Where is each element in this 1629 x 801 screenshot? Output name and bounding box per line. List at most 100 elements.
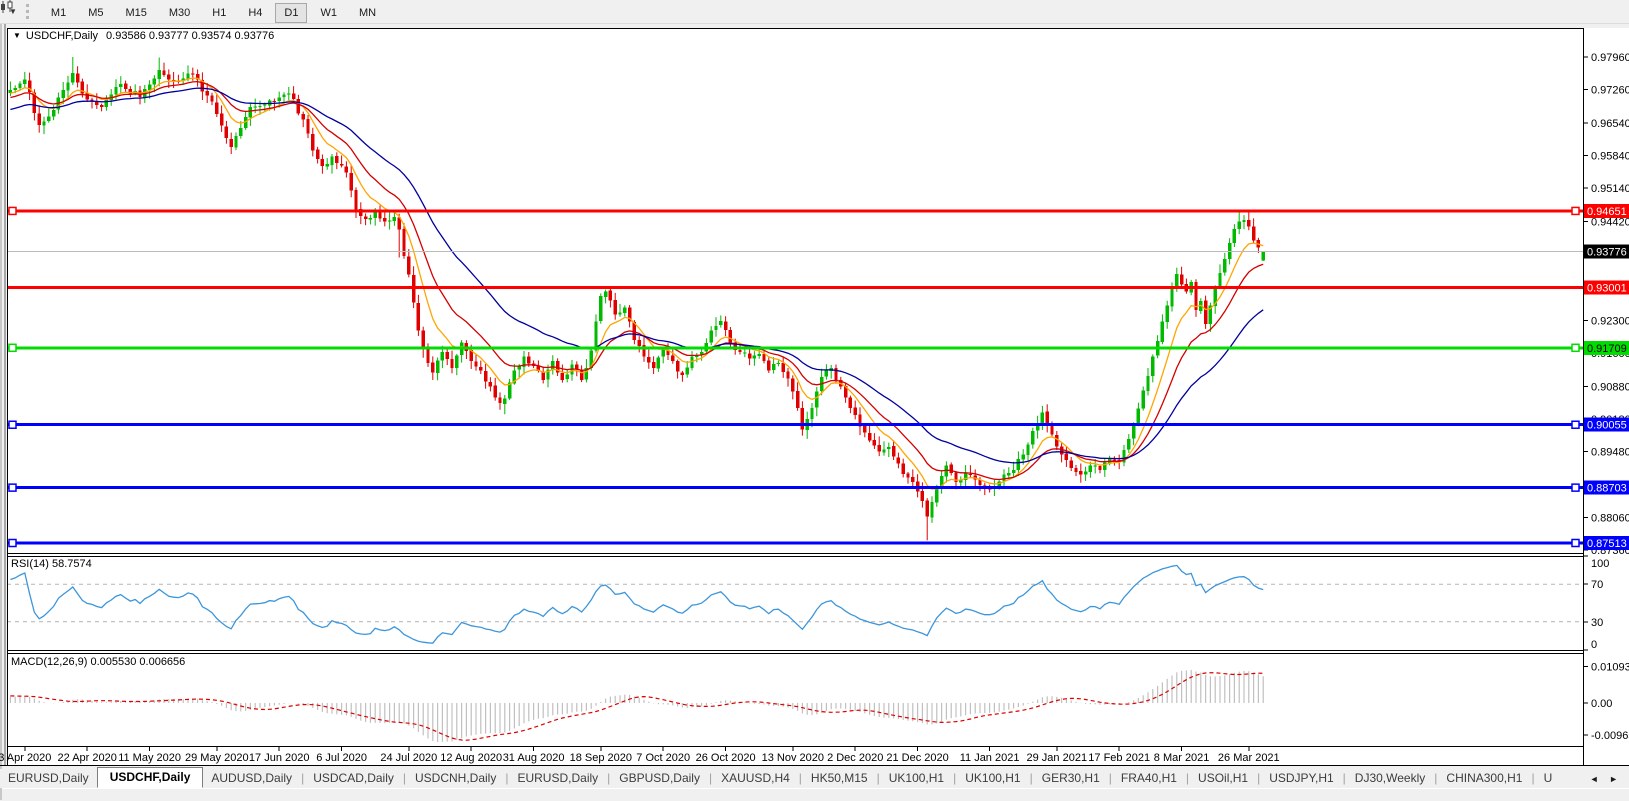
chart-tab-uk100-h1[interactable]: UK100,H1 [881,769,952,788]
date-tick-label: 11 Jan 2021 [960,752,1020,764]
candle-body [354,190,357,209]
candle-body [239,128,242,136]
chart-tab-usdjpy-h1[interactable]: USDJPY,H1 [1261,769,1341,788]
level-handle-right[interactable] [1572,421,1579,428]
candle-body [153,79,156,85]
level-handle-right[interactable] [1572,344,1579,351]
candle-body [954,473,957,482]
tab-scroll-arrows[interactable]: ◄ ► [1583,774,1629,788]
chart-tab-usdcnh-daily[interactable]: USDCNH,Daily [407,769,504,788]
level-handle-left[interactable] [9,344,16,351]
candle-body [249,107,252,117]
candle-body [23,79,26,84]
chart-tab-hk50-m15[interactable]: HK50,M15 [803,769,876,788]
chart-tab-u[interactable]: U [1536,769,1561,788]
candle-body [738,350,741,352]
candle-body [638,340,641,346]
candle-body [345,166,348,172]
level-handle-left[interactable] [9,484,16,491]
level-handle-right[interactable] [1572,539,1579,546]
date-tick-label: 7 Oct 2020 [636,752,690,764]
candle-body [292,94,295,99]
chart-tab-china300-h1[interactable]: CHINA300,H1 [1438,769,1530,788]
candle-body [930,502,933,517]
candle-body [897,457,900,463]
chart-tab-eurusd-daily[interactable]: EURUSD,Daily [0,769,97,788]
chart-tab-bar: EURUSD,DailyUSDCHF,DailyAUDUSD,Daily|USD… [0,769,1629,788]
timeframe-button-m5[interactable]: M5 [79,3,112,23]
chart-tab-gbpusd-daily[interactable]: GBPUSD,Daily [611,769,708,788]
date-tick-label: 8 Mar 2021 [1154,752,1210,764]
candle-body [297,99,300,114]
candlestick-chart-icon[interactable]: ▼ [0,2,20,22]
candle-body [263,105,266,106]
candle-body [306,119,309,134]
timeframe-button-d1[interactable]: D1 [275,3,307,23]
candle-body [758,354,761,356]
candle-body [230,139,233,147]
chart-tab-usdchf-daily[interactable]: USDCHF,Daily [97,767,204,788]
candle-body [1252,227,1255,241]
chart-tab-dj30-weekly[interactable]: DJ30,Weekly [1347,769,1433,788]
level-handle-right[interactable] [1572,207,1579,214]
candle-body [1166,305,1169,322]
candle-body [1223,259,1226,272]
candle-body [330,157,333,166]
candle-body [503,398,506,404]
candle-body [474,362,477,367]
chart-tab-xauusd-h4[interactable]: XAUUSD,H4 [713,769,798,788]
level-handle-right[interactable] [1572,484,1579,491]
candle-body [18,83,21,88]
chart-tab-usoil-h1[interactable]: USOil,H1 [1190,769,1256,788]
candle-body [350,173,353,190]
candle-body [902,463,905,473]
candle-body [1113,460,1116,461]
candle-body [1262,252,1265,261]
date-tick-label: 11 May 2020 [118,752,181,764]
candle-body [882,449,885,452]
timeframe-button-h1[interactable]: H1 [203,3,235,23]
timeframe-button-m1[interactable]: M1 [42,3,75,23]
window-left-edge [0,0,2,800]
candle-body [791,378,794,391]
timeframe-button-m30[interactable]: M30 [160,3,199,23]
candle-body [1026,445,1029,455]
candle-body [772,364,775,370]
price-tag-label: 0.88703 [1587,483,1627,495]
candle-body [854,408,857,415]
candle-body [753,356,756,359]
level-handle-left[interactable] [9,539,16,546]
candle-body [321,159,324,166]
chart-tab-fra40-h1[interactable]: FRA40,H1 [1113,769,1185,788]
level-handle-left[interactable] [9,421,16,428]
date-tick-label: 17 Jun 2020 [249,752,310,764]
timeframe-button-mn[interactable]: MN [350,3,385,23]
price-tag-label: 0.94651 [1587,206,1627,218]
price-axis-tick-label: 0.90880 [1591,381,1629,393]
toolbar-grip[interactable] [26,4,30,19]
date-tick-label: 17 Feb 2021 [1088,752,1150,764]
chart-tab-usdcad-daily[interactable]: USDCAD,Daily [305,769,402,788]
timeframe-button-m15[interactable]: M15 [116,3,155,23]
candle-body [388,220,391,221]
candle-body [383,218,386,222]
candle-body [782,363,785,372]
price-axis-tick-label: 0.89480 [1591,446,1629,458]
symbol-dropdown-icon[interactable]: ▼ [13,31,21,40]
chart-tab-eurusd-daily[interactable]: EURUSD,Daily [509,769,606,788]
timeframe-button-w1[interactable]: W1 [311,3,346,23]
candle-body [105,100,108,107]
candle-body [498,397,501,403]
chart-tab-ger30-h1[interactable]: GER30,H1 [1034,769,1108,788]
candle-body [1170,288,1173,306]
candle-body [220,113,223,125]
level-handle-left[interactable] [9,207,16,214]
candle-body [191,73,194,74]
chart-tab-uk100-h1[interactable]: UK100,H1 [957,769,1028,788]
chart-tab-audusd-daily[interactable]: AUDUSD,Daily [203,769,300,788]
timeframe-button-h4[interactable]: H4 [239,3,271,23]
candle-body [1079,471,1082,475]
candle-body [729,330,732,342]
candle-body [158,70,161,79]
candle-body [686,368,689,375]
